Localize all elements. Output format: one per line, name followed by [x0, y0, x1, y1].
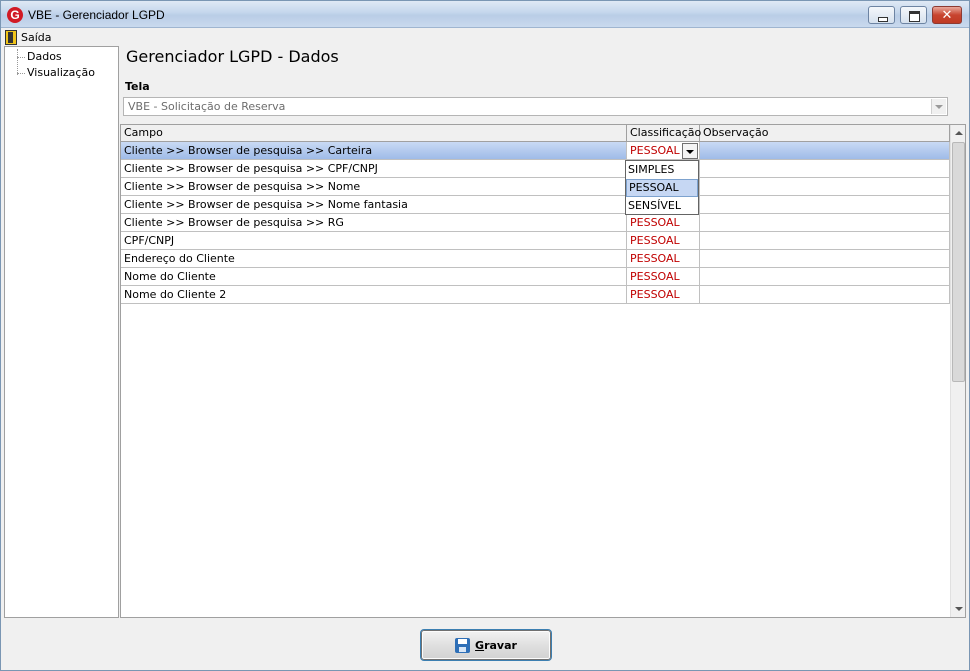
tree-item-visualizacao[interactable]: Visualização [27, 65, 95, 81]
app-logo-icon: G [7, 7, 23, 23]
title-bar[interactable]: G VBE - Gerenciador LGPD ✕ [1, 1, 969, 28]
grid-header: Campo Classificação Observação [121, 125, 950, 142]
cell-observacao[interactable] [700, 286, 950, 304]
table-row[interactable]: Nome do Cliente PESSOAL [121, 268, 950, 286]
cell-campo[interactable]: Cliente >> Browser de pesquisa >> CPF/CN… [121, 160, 627, 178]
cell-observacao[interactable] [700, 178, 950, 196]
classificacao-editor-value: PESSOAL [630, 144, 680, 157]
tree-branch-line [17, 73, 25, 74]
minimize-button[interactable] [868, 6, 895, 24]
table-row[interactable]: Endereço do Cliente PESSOAL [121, 250, 950, 268]
cell-observacao[interactable] [700, 142, 950, 160]
cell-classificacao[interactable]: PESSOAL [627, 250, 700, 268]
table-row[interactable]: Cliente >> Browser de pesquisa >> CPF/CN… [121, 160, 950, 178]
tree-connector-line [17, 49, 18, 75]
cell-observacao[interactable] [700, 214, 950, 232]
column-header-classificacao[interactable]: Classificação [627, 125, 701, 142]
menu-bar: Saída [1, 28, 969, 46]
cell-campo[interactable]: Nome do Cliente 2 [121, 286, 627, 304]
scroll-up-icon[interactable] [951, 125, 965, 141]
chevron-down-icon[interactable] [931, 99, 946, 114]
classificacao-dropdown-button[interactable] [682, 143, 698, 159]
tree-item-dados[interactable]: Dados [27, 49, 62, 65]
cell-campo[interactable]: Cliente >> Browser de pesquisa >> Nome f… [121, 196, 627, 214]
save-button[interactable]: Gravar [420, 629, 552, 661]
dropdown-option-sensivel[interactable]: SENSÍVEL [626, 197, 698, 215]
cell-observacao[interactable] [700, 268, 950, 286]
save-button-label-rest: ravar [484, 638, 517, 652]
main-window: G VBE - Gerenciador LGPD ✕ Saída Dados V… [0, 0, 970, 671]
table-row[interactable]: Cliente >> Browser de pesquisa >> Cartei… [121, 142, 950, 160]
cell-campo[interactable]: Cliente >> Browser de pesquisa >> RG [121, 214, 627, 232]
table-row[interactable]: Nome do Cliente 2 PESSOAL [121, 286, 950, 304]
floppy-disk-icon [455, 637, 471, 653]
navigation-tree: Dados Visualização [4, 46, 119, 618]
tree-branch-line [17, 57, 25, 58]
cell-classificacao[interactable]: PESSOAL [627, 268, 700, 286]
menu-item-exit-label: Saída [21, 30, 52, 44]
save-button-label: Gravar [475, 639, 517, 652]
cell-campo[interactable]: Endereço do Cliente [121, 250, 627, 268]
exit-door-icon [5, 29, 17, 45]
column-header-campo[interactable]: Campo [121, 125, 627, 142]
cell-campo[interactable]: Nome do Cliente [121, 268, 627, 286]
scroll-thumb[interactable] [952, 142, 965, 382]
cell-campo[interactable]: Cliente >> Browser de pesquisa >> Nome [121, 178, 627, 196]
tela-label: Tela [125, 80, 150, 93]
cell-classificacao[interactable]: PESSOAL [627, 286, 700, 304]
maximize-button[interactable] [900, 6, 927, 24]
save-button-accesskey: G [475, 638, 485, 652]
dropdown-option-simples[interactable]: SIMPLES [626, 161, 698, 179]
column-header-observacao[interactable]: Observação [700, 125, 950, 142]
table-row[interactable]: Cliente >> Browser de pesquisa >> Nome f… [121, 196, 950, 214]
page-title: Gerenciador LGPD - Dados [126, 47, 339, 66]
table-row[interactable]: Cliente >> Browser de pesquisa >> Nome [121, 178, 950, 196]
menu-item-exit[interactable]: Saída [5, 29, 52, 45]
cell-observacao[interactable] [700, 232, 950, 250]
table-row[interactable]: CPF/CNPJ PESSOAL [121, 232, 950, 250]
cell-observacao[interactable] [700, 250, 950, 268]
table-row[interactable]: Cliente >> Browser de pesquisa >> RG PES… [121, 214, 950, 232]
cell-classificacao[interactable]: PESSOAL [627, 232, 700, 250]
close-icon: ✕ [941, 8, 953, 23]
tela-select-value: VBE - Solicitação de Reserva [128, 100, 286, 113]
dropdown-option-pessoal[interactable]: PESSOAL [626, 179, 698, 197]
cell-campo[interactable]: Cliente >> Browser de pesquisa >> Cartei… [121, 142, 627, 160]
grid-vertical-scrollbar[interactable] [950, 125, 965, 617]
cell-observacao[interactable] [700, 196, 950, 214]
close-button[interactable]: ✕ [932, 6, 962, 24]
window-title: VBE - Gerenciador LGPD [28, 8, 165, 22]
tela-select[interactable]: VBE - Solicitação de Reserva [123, 97, 948, 116]
cell-classificacao[interactable]: PESSOAL [627, 214, 700, 232]
scroll-down-icon[interactable] [951, 601, 965, 617]
cell-observacao[interactable] [700, 160, 950, 178]
fields-grid: Campo Classificação Observação Cliente >… [120, 124, 966, 618]
classificacao-dropdown-list: SIMPLES PESSOAL SENSÍVEL [625, 160, 699, 215]
cell-campo[interactable]: CPF/CNPJ [121, 232, 627, 250]
